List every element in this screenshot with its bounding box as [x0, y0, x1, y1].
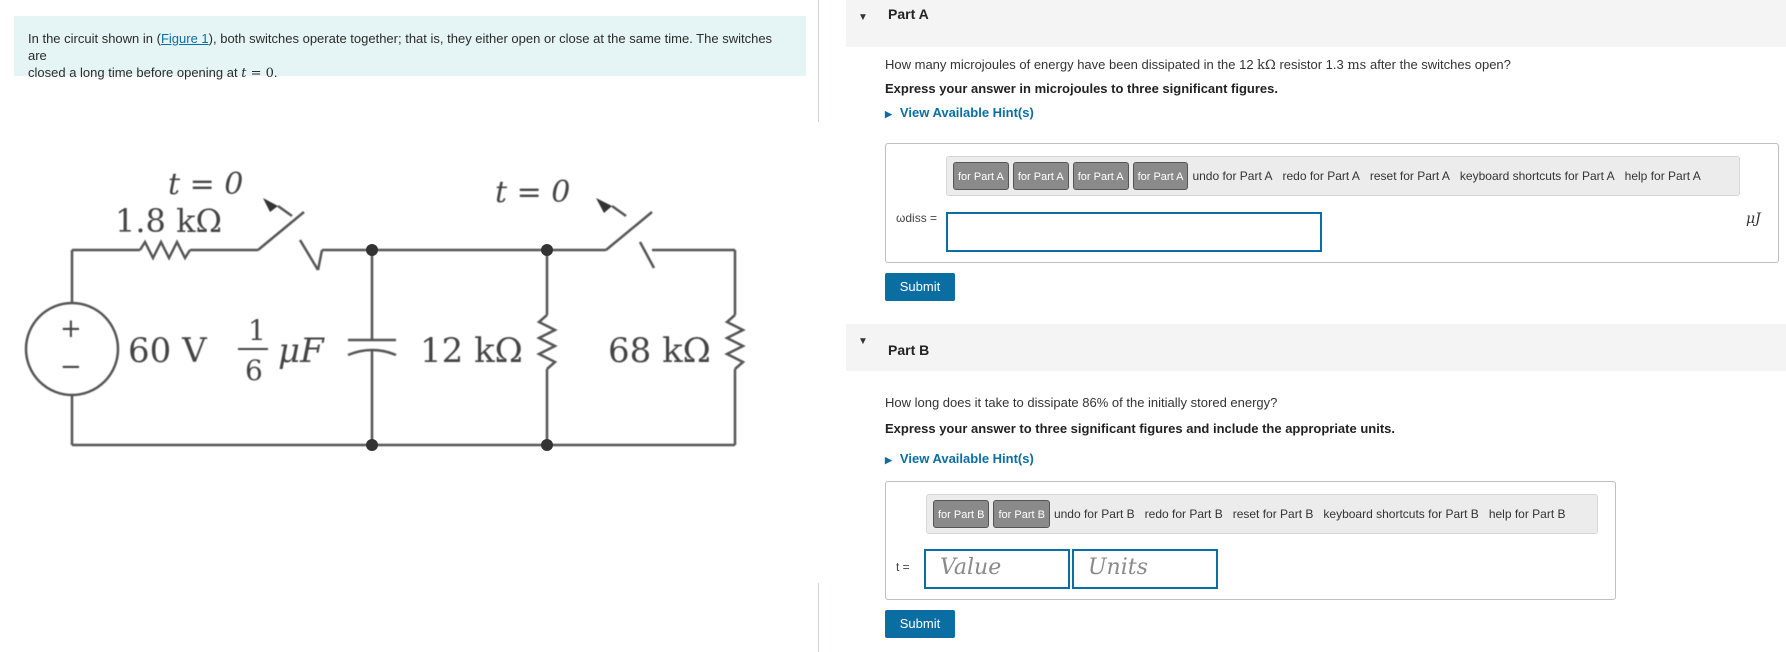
part-b-value-input[interactable]: Value [924, 549, 1070, 589]
resistor-1-8k-label: 1.8 kΩ [115, 202, 222, 240]
left-pane: In the circuit shown in (Figure 1), both… [0, 0, 818, 652]
resistor-12k-label: 12 kΩ [420, 331, 523, 371]
part-a-instruction: Express your answer in microjoules to th… [885, 81, 1278, 96]
template-button[interactable]: for Part A [1072, 162, 1129, 190]
collapse-triangle-icon[interactable]: ▼ [858, 336, 868, 347]
help-button[interactable]: help for Part A [1625, 169, 1701, 183]
part-b-answer-box: for Part B for Part B undo for Part B re… [885, 481, 1616, 600]
part-b-submit-button[interactable]: Submit [885, 610, 955, 638]
redo-button[interactable]: redo for Part A [1283, 169, 1360, 183]
circuit-figure: t = 0 t = 0 1.8 kΩ + − 60 V 1 6 μF 12 kΩ… [24, 167, 746, 451]
part-b-instruction: Express your answer to three significant… [885, 421, 1395, 436]
template-button[interactable]: for Part B [933, 500, 990, 528]
resistor-1-8k [138, 239, 192, 261]
keyboard-shortcuts-button[interactable]: keyboard shortcuts for Part B [1323, 507, 1478, 521]
template-button[interactable]: for Part B [993, 500, 1050, 528]
redo-button[interactable]: redo for Part B [1145, 507, 1223, 521]
part-a-header[interactable]: ▼ Part A [846, 0, 1786, 47]
node [366, 244, 378, 256]
template-button[interactable]: for Part A [1132, 162, 1189, 190]
cap-frac-num: 1 [248, 314, 266, 347]
problem-text: In the circuit shown in ( [28, 31, 161, 46]
cap-unit: μF [278, 331, 325, 371]
source-minus: − [60, 352, 82, 382]
undo-button[interactable]: undo for Part A [1192, 169, 1272, 183]
part-b-variable-label: t = [896, 560, 910, 574]
resistor-68k [724, 314, 746, 370]
source-plus: + [60, 314, 82, 344]
node [541, 439, 553, 451]
part-b-units-input[interactable]: Units [1072, 549, 1218, 589]
part-a-toolbar: for Part A for Part A for Part A for Par… [946, 156, 1740, 196]
switch-1-label: t = 0 [168, 167, 243, 202]
node [366, 439, 378, 451]
part-a-answer-box: for Part A for Part A for Part A for Par… [885, 143, 1779, 263]
part-b-header[interactable]: ▼ Part B [846, 324, 1786, 371]
part-a-submit-button[interactable]: Submit [885, 273, 955, 301]
undo-button[interactable]: undo for Part B [1054, 507, 1135, 521]
reset-button[interactable]: reset for Part A [1370, 169, 1450, 183]
expand-triangle-icon: ▶ [885, 109, 892, 119]
problem-period: . [273, 65, 278, 80]
help-button[interactable]: help for Part B [1489, 507, 1566, 521]
template-button[interactable]: for Part A [1012, 162, 1069, 190]
switch-2 [605, 211, 653, 251]
switch-2-label: t = 0 [495, 175, 570, 210]
part-b-title: Part B [888, 342, 930, 358]
part-b-hint-link[interactable]: ▶ View Available Hint(s) [885, 451, 1034, 466]
problem-text-line2: closed a long time before opening at [28, 65, 242, 80]
resistor-68k-label: 68 kΩ [608, 331, 711, 371]
part-a-variable-label: ωdiss = [896, 211, 938, 225]
part-a-unit: μJ [1746, 211, 1761, 227]
switch-1 [257, 211, 305, 251]
source-label: 60 V [128, 331, 208, 371]
collapse-triangle-icon[interactable]: ▼ [858, 12, 868, 23]
keyboard-shortcuts-button[interactable]: keyboard shortcuts for Part A [1460, 169, 1615, 183]
part-b-toolbar: for Part B for Part B undo for Part B re… [926, 494, 1598, 534]
template-button[interactable]: for Part A [953, 162, 1009, 190]
part-a-question: How many microjoules of energy have been… [885, 57, 1511, 73]
problem-statement: In the circuit shown in (Figure 1), both… [14, 16, 806, 81]
reset-button[interactable]: reset for Part B [1233, 507, 1314, 521]
pane-divider [818, 0, 819, 122]
expand-triangle-icon: ▶ [885, 455, 892, 465]
resistor-12k [536, 314, 558, 370]
figure-link[interactable]: Figure 1 [161, 31, 209, 46]
part-a-answer-input[interactable] [946, 212, 1322, 252]
node [541, 244, 553, 256]
cap-frac-den: 6 [245, 354, 263, 387]
right-pane: ▼ Part A How many microjoules of energy … [846, 0, 1786, 652]
part-b-question: How long does it take to dissipate 86% o… [885, 395, 1278, 410]
part-a-title: Part A [888, 6, 929, 22]
part-a-hint-link[interactable]: ▶ View Available Hint(s) [885, 105, 1034, 120]
math-eq-zero: = 0 [246, 66, 274, 81]
pane-divider [818, 583, 819, 652]
